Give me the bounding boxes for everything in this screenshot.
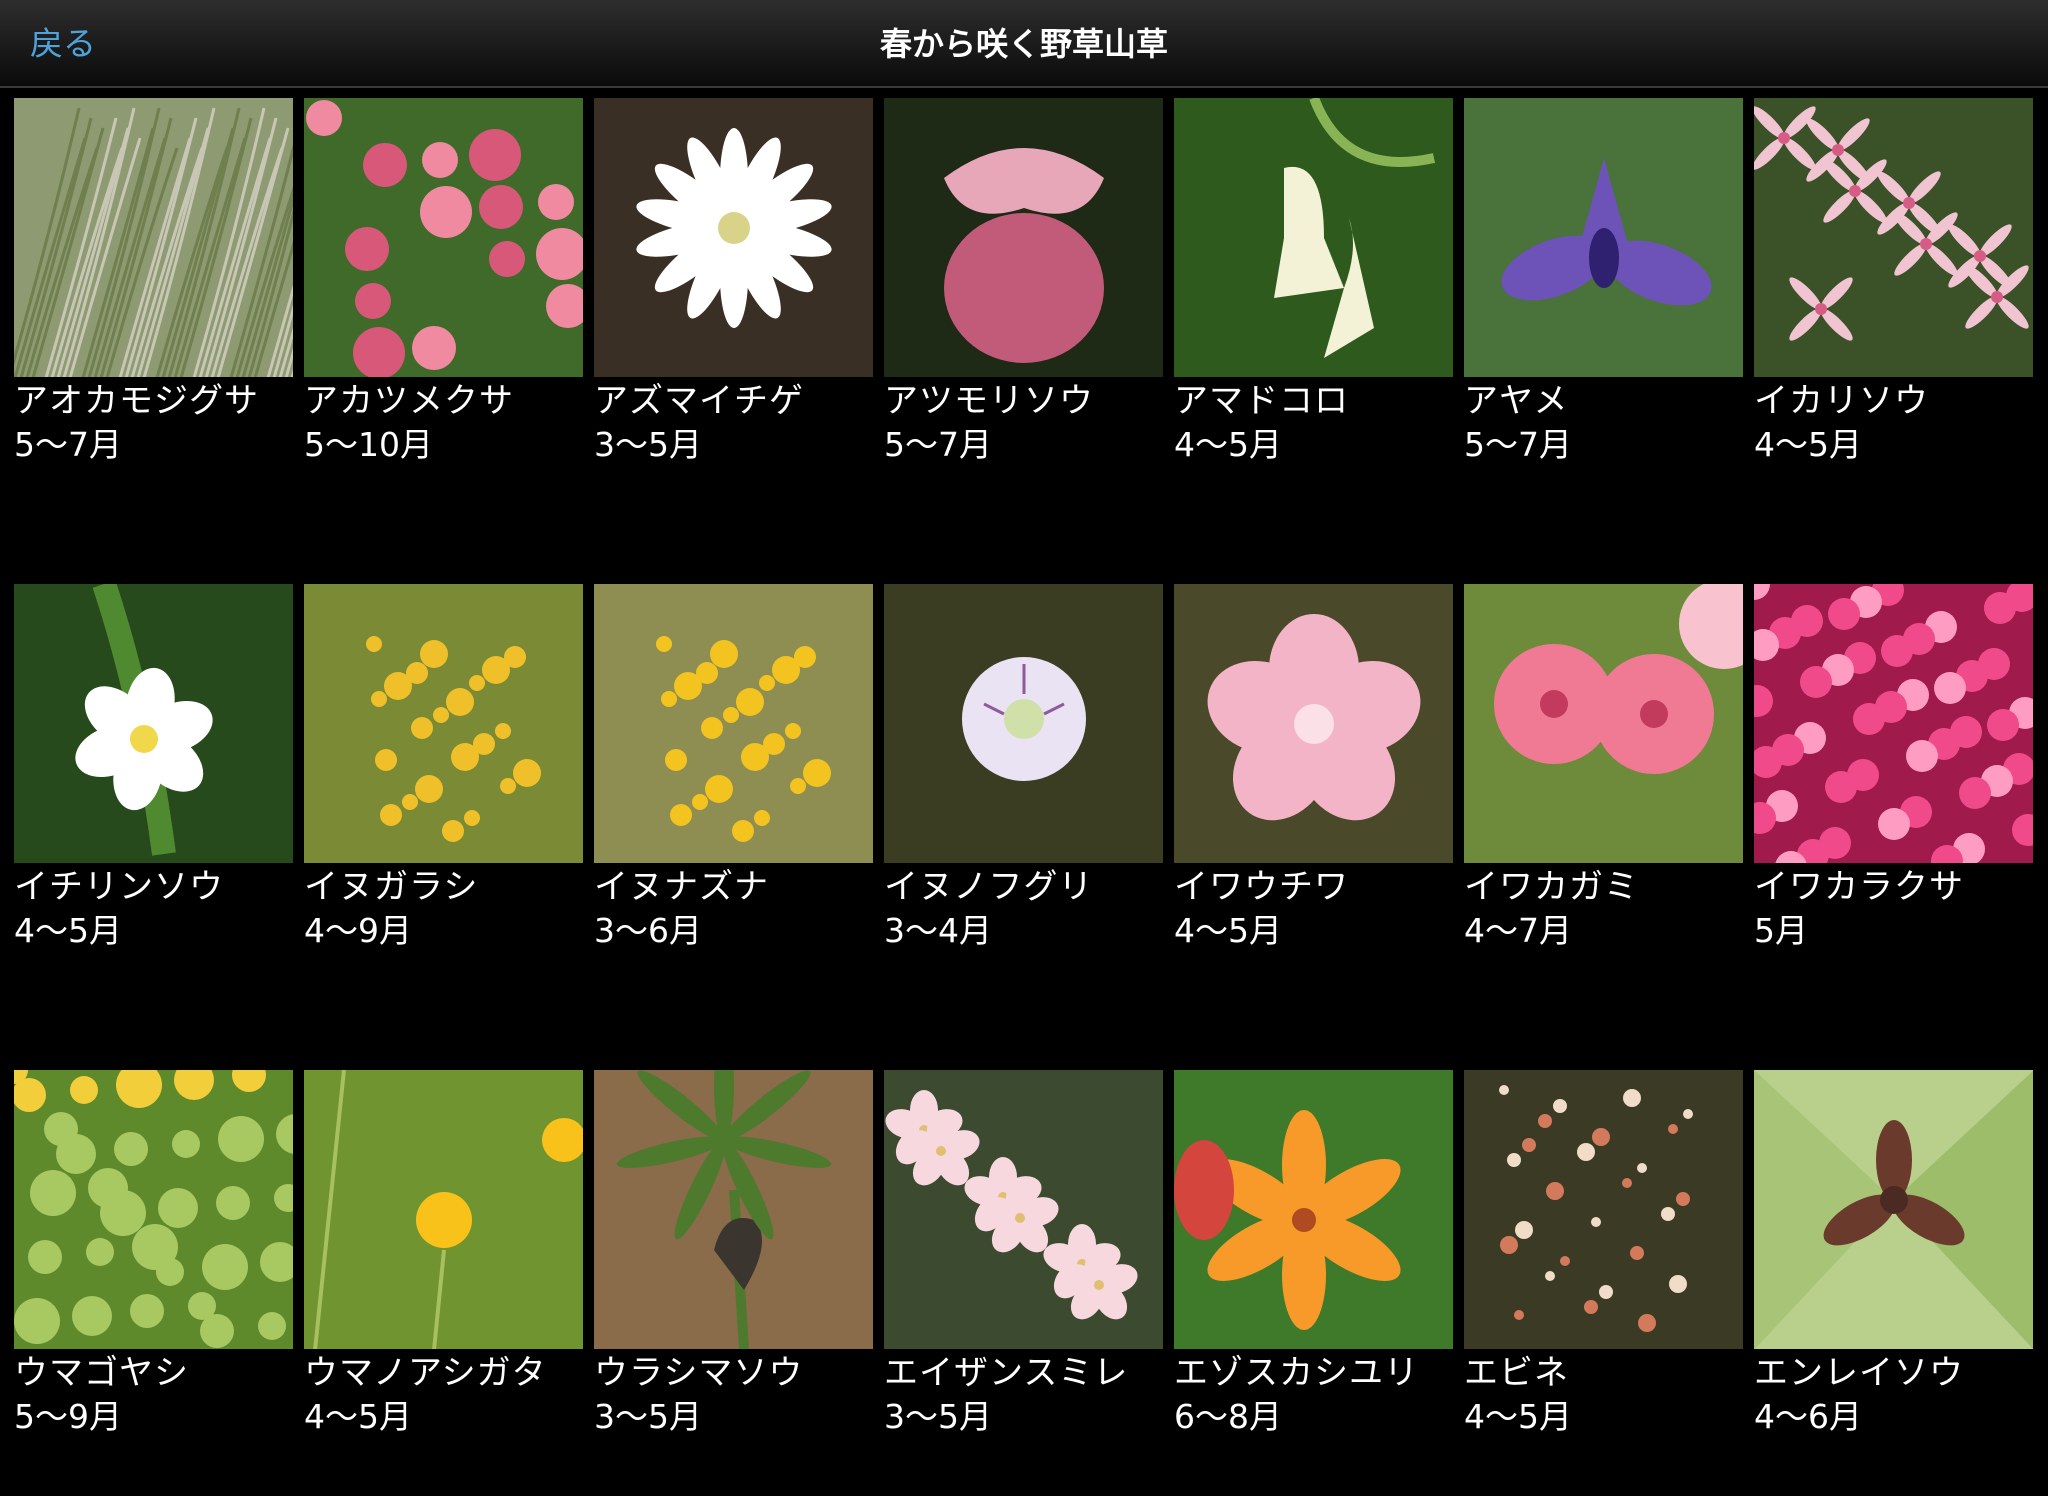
plant-name: イヌナズナ [594,867,769,907]
plant-item[interactable]: ウマゴヤシ 5〜9月 [14,1070,293,1439]
plant-name: イチリンソウ [14,867,224,907]
plant-name: アカツメクサ [304,381,514,421]
plant-item[interactable]: イチリンソウ 4〜5月 [14,584,293,953]
plant-season: 6〜8月 [1174,1397,1282,1436]
plant-season: 4〜5月 [1754,425,1862,464]
plant-item[interactable]: ウラシマソウ 3〜5月 [594,1070,873,1439]
plant-season: 5〜7月 [1464,425,1572,464]
plant-photo[interactable] [1754,98,2033,377]
plant-season: 3〜5月 [594,1397,702,1436]
plant-name: イカリソウ [1754,381,1929,421]
plant-photo[interactable] [1464,584,1743,863]
plant-item[interactable]: アオカモジグサ 5〜7月 [14,98,293,467]
plant-item[interactable]: アヤメ 5〜7月 [1464,98,1743,467]
plant-name: エビネ [1464,1353,1569,1393]
plant-photo[interactable] [884,1070,1163,1349]
plant-item[interactable]: アマドコロ 4〜5月 [1174,98,1453,467]
plant-photo[interactable] [304,584,583,863]
plant-season: 4〜9月 [304,911,412,950]
plant-name: イワカラクサ [1754,867,1964,907]
plant-photo[interactable] [304,98,583,377]
plant-photo[interactable] [1464,1070,1743,1349]
plant-season: 4〜6月 [1754,1397,1862,1436]
plant-photo[interactable] [884,584,1163,863]
navigation-bar: 戻る 春から咲く野草山草 [0,0,2048,88]
plant-item[interactable]: イワウチワ 4〜5月 [1174,584,1453,953]
plant-season: 5〜10月 [304,425,433,464]
plant-photo[interactable] [1754,1070,2033,1349]
plant-item[interactable]: アズマイチゲ 3〜5月 [594,98,873,467]
plant-name: エイザンスミレ [884,1353,1129,1393]
plant-photo[interactable] [594,584,873,863]
plant-name: ウラシマソウ [594,1353,804,1393]
plant-item[interactable]: イワカガミ 4〜7月 [1464,584,1743,953]
plant-photo[interactable] [304,1070,583,1349]
plant-photo[interactable] [884,98,1163,377]
plant-item[interactable]: イヌガラシ 4〜9月 [304,584,583,953]
plant-item[interactable]: アツモリソウ 5〜7月 [884,98,1163,467]
plant-item[interactable]: エンレイソウ 4〜6月 [1754,1070,2033,1439]
plant-photo[interactable] [14,1070,293,1349]
plant-item[interactable]: イヌナズナ 3〜6月 [594,584,873,953]
plant-item[interactable]: イワカラクサ 5月 [1754,584,2033,953]
plant-name: ウマゴヤシ [14,1353,189,1393]
plant-season: 4〜7月 [1464,911,1572,950]
plant-season: 3〜4月 [884,911,992,950]
plant-photo[interactable] [1174,98,1453,377]
plant-name: エゾスカシユリ [1174,1353,1419,1393]
plant-photo[interactable] [1754,584,2033,863]
plant-photo[interactable] [14,584,293,863]
plant-season: 5〜7月 [14,425,122,464]
plant-name: アズマイチゲ [594,381,804,421]
plant-photo[interactable] [594,98,873,377]
plant-name: アオカモジグサ [14,381,259,421]
plant-name: イヌガラシ [304,867,479,907]
plant-item[interactable]: イヌノフグリ 3〜4月 [884,584,1163,953]
plant-item[interactable]: イカリソウ 4〜5月 [1754,98,2033,467]
plant-season: 4〜5月 [14,911,122,950]
plant-photo[interactable] [14,98,293,377]
plant-season: 3〜5月 [884,1397,992,1436]
plant-name: エンレイソウ [1754,1353,1964,1393]
plant-item[interactable]: エビネ 4〜5月 [1464,1070,1743,1439]
plant-name: イヌノフグリ [884,867,1094,907]
plant-photo[interactable] [1464,98,1743,377]
plant-item[interactable]: ウマノアシガタ 4〜5月 [304,1070,583,1439]
plant-season: 3〜5月 [594,425,702,464]
plant-season: 3〜6月 [594,911,702,950]
plant-name: ウマノアシガタ [304,1353,547,1393]
plant-season: 4〜5月 [1174,425,1282,464]
plant-season: 5〜7月 [884,425,992,464]
plant-season: 4〜5月 [1174,911,1282,950]
plant-photo[interactable] [594,1070,873,1349]
plant-name: イワウチワ [1174,867,1349,907]
plant-name: アヤメ [1464,381,1569,421]
plant-photo[interactable] [1174,1070,1453,1349]
plant-photo[interactable] [1174,584,1453,863]
plant-item[interactable]: エイザンスミレ 3〜5月 [884,1070,1163,1439]
plant-item[interactable]: エゾスカシユリ 6〜8月 [1174,1070,1453,1439]
plant-name: イワカガミ [1464,867,1639,907]
plant-season: 5〜9月 [14,1397,122,1436]
plant-season: 4〜5月 [1464,1397,1572,1436]
plant-season: 5月 [1754,911,1808,950]
plant-name: アマドコロ [1174,381,1349,421]
plant-name: アツモリソウ [884,381,1094,421]
plant-item[interactable]: アカツメクサ 5〜10月 [304,98,583,467]
plant-season: 4〜5月 [304,1397,412,1436]
page-title: 春から咲く野草山草 [879,25,1168,63]
